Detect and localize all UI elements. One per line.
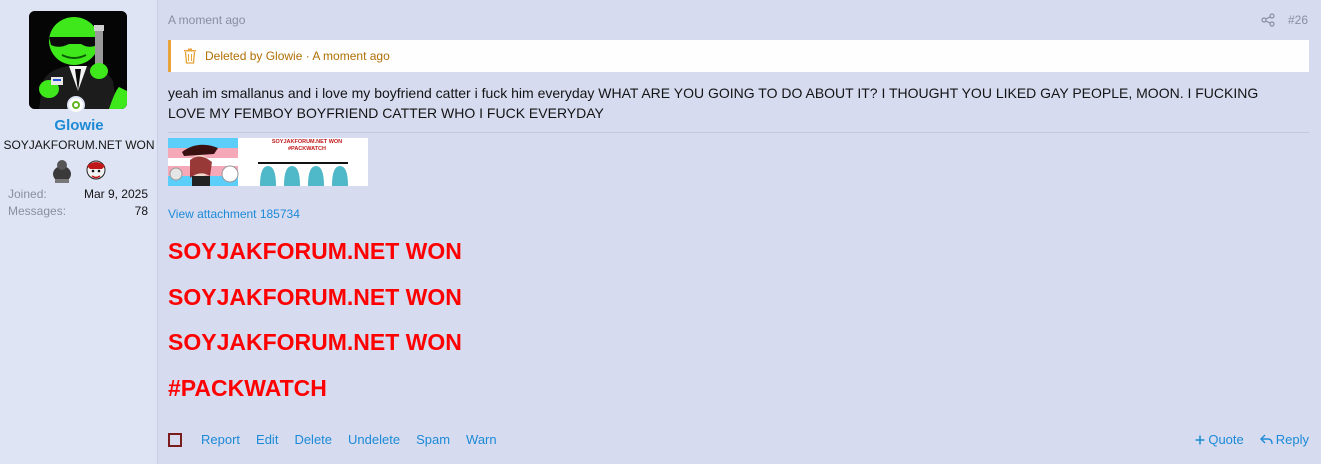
reply-button[interactable]: Reply bbox=[1259, 432, 1309, 447]
view-attachment-link[interactable]: View attachment 185734 bbox=[168, 207, 300, 221]
undelete-link[interactable]: Undelete bbox=[348, 432, 400, 447]
trophy-hat-icon[interactable] bbox=[50, 158, 74, 184]
stat-messages: Messages: 78 bbox=[8, 204, 148, 218]
big-text-line-1: SOYJAKFORUM.NET WON bbox=[168, 238, 462, 264]
stat-joined-value: Mar 9, 2025 bbox=[83, 187, 148, 201]
quote-label: Quote bbox=[1208, 432, 1244, 447]
message-post: Glowie SOYJAKFORUM.NET WON Joined: Mar 9… bbox=[0, 0, 1321, 464]
spam-link[interactable]: Spam bbox=[416, 432, 450, 447]
attachment-caption-line-1: SOYJAKFORUM.NET WON bbox=[271, 139, 343, 145]
online-status-icon bbox=[67, 96, 85, 114]
username-link[interactable]: Glowie bbox=[0, 117, 158, 134]
deleted-notice-text: Deleted by Glowie · A moment ago bbox=[205, 49, 390, 63]
stat-joined: Joined: Mar 9, 2025 bbox=[8, 187, 148, 201]
deleted-notice: Deleted by Glowie · A moment ago bbox=[168, 40, 1309, 72]
post-actions-right: Quote Reply bbox=[1195, 432, 1309, 447]
edit-link[interactable]: Edit bbox=[256, 432, 278, 447]
stat-messages-value: 78 bbox=[134, 204, 148, 218]
badge-face-icon[interactable] bbox=[84, 158, 108, 184]
report-link[interactable]: Report bbox=[201, 432, 240, 447]
plus-icon bbox=[1195, 435, 1205, 444]
attachment-caption-line-2: #PACKWATCH bbox=[288, 146, 326, 152]
divider bbox=[168, 132, 1309, 133]
message-text: yeah im smallanus and i love my boyfrien… bbox=[168, 85, 1259, 121]
stat-joined-label: Joined: bbox=[8, 187, 47, 201]
share-icon[interactable] bbox=[1261, 13, 1275, 27]
quote-button[interactable]: Quote bbox=[1195, 432, 1244, 447]
avatar-image bbox=[29, 11, 127, 109]
reply-arrow-icon bbox=[1259, 434, 1273, 445]
user-title: SOYJAKFORUM.NET WON bbox=[3, 138, 155, 152]
post-number-link[interactable]: #26 bbox=[1288, 13, 1308, 27]
big-text-line-2: SOYJAKFORUM.NET WON bbox=[168, 284, 462, 310]
warn-link[interactable]: Warn bbox=[466, 432, 497, 447]
big-text-line-4: #PACKWATCH bbox=[168, 375, 327, 401]
message-main: A moment ago #26 Deleted by Glowie · A m… bbox=[158, 0, 1321, 464]
avatar[interactable] bbox=[29, 11, 127, 109]
delete-link[interactable]: Delete bbox=[294, 432, 332, 447]
select-post-checkbox[interactable] bbox=[168, 432, 182, 447]
user-banners bbox=[50, 158, 110, 184]
user-sidebar: Glowie SOYJAKFORUM.NET WON Joined: Mar 9… bbox=[0, 0, 158, 464]
post-date[interactable]: A moment ago bbox=[168, 13, 245, 27]
attachment-thumbnail[interactable]: SOYJAKFORUM.NET WON #PACKWATCH bbox=[168, 138, 368, 186]
trash-icon bbox=[184, 48, 196, 64]
post-actions-left: Report Edit Delete Undelete Spam Warn bbox=[168, 432, 513, 447]
reply-label: Reply bbox=[1275, 432, 1309, 447]
big-text-line-3: SOYJAKFORUM.NET WON bbox=[168, 329, 462, 355]
attachment-image-caption: SOYJAKFORUM.NET WON #PACKWATCH bbox=[252, 139, 362, 153]
stat-messages-label: Messages: bbox=[8, 204, 67, 218]
